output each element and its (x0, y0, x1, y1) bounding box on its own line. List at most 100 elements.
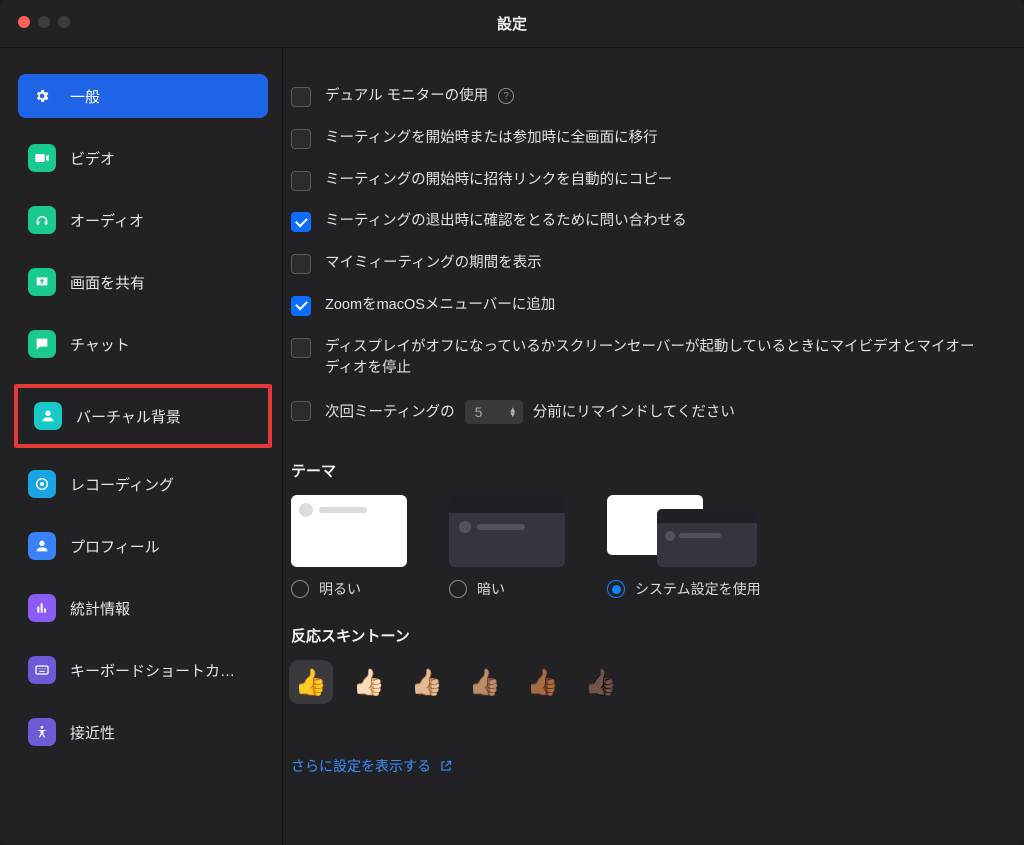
checkbox-label: 次回ミーティングの 5 ▲▼ 分前にリマインドしてください (325, 400, 735, 424)
window-title: 設定 (497, 13, 527, 34)
skin-tone-option-5[interactable]: 👍🏿 (579, 660, 623, 704)
theme-label: 暗い (477, 579, 505, 599)
sidebar-item-label: 統計情報 (70, 598, 130, 619)
checkbox-row-add-menubar: ZoomをmacOSメニューバーに追加 (283, 285, 1008, 327)
theme-label: 明るい (319, 579, 361, 599)
sidebar-item-label: レコーディング (70, 474, 174, 495)
checkbox-fullscreen-on-join[interactable] (291, 129, 311, 149)
sidebar-item-label: キーボードショートカ… (70, 660, 235, 681)
reminder-suffix: 分前にリマインドしてください (533, 405, 735, 421)
recording-icon (28, 470, 56, 498)
chat-icon (28, 330, 56, 358)
sidebar-item-virtual-background[interactable]: バーチャル背景 (24, 394, 262, 438)
checkbox-dual-monitor[interactable] (291, 87, 311, 107)
checkbox-row-stop-av-screensaver: ディスプレイがオフになっているかスクリーンセーバーが起動しているときにマイビデオ… (283, 327, 1008, 391)
sidebar-item-label: ビデオ (70, 148, 115, 169)
accessibility-icon (28, 718, 56, 746)
skin-tone-option-3[interactable]: 👍🏽 (463, 660, 507, 704)
theme-label: システム設定を使用 (635, 579, 761, 599)
theme-thumbnail-dark (449, 495, 565, 567)
keyboard-icon (28, 656, 56, 684)
sidebar-item-label: チャット (70, 334, 130, 355)
sidebar-item-audio[interactable]: オーディオ (18, 198, 268, 242)
close-button[interactable] (18, 16, 30, 28)
checkbox-label: マイミィーティングの期間を表示 (325, 253, 542, 275)
checkbox-row-dual-monitor: デュアル モニターの使用 ? (283, 76, 1008, 118)
theme-thumbnail-light (291, 495, 407, 567)
theme-option-dark[interactable]: 暗い (449, 495, 565, 599)
sidebar-item-label: 接近性 (70, 722, 115, 743)
skin-tone-option-0[interactable]: 👍 (289, 660, 333, 704)
profile-icon (28, 532, 56, 560)
sidebar-item-share-screen[interactable]: 画面を共有 (18, 260, 268, 304)
theme-option-system[interactable]: システム設定を使用 (607, 495, 761, 599)
sidebar-item-video[interactable]: ビデオ (18, 136, 268, 180)
section-title-theme: テーマ (291, 460, 1008, 481)
theme-options: 明るい 暗い システム (291, 495, 1008, 599)
checkbox-label: ミーティングの退出時に確認をとるために問い合わせる (325, 211, 687, 233)
sidebar-item-label: バーチャル背景 (76, 406, 181, 427)
checkbox-row-confirm-on-leave: ミーティングの退出時に確認をとるために問い合わせる (283, 201, 1008, 243)
checkbox-row-fullscreen-on-join: ミーティングを開始時または参加時に全画面に移行 (283, 118, 1008, 160)
sidebar-item-chat[interactable]: チャット (18, 322, 268, 366)
settings-window: 設定 一般 ビデオ オーディオ (0, 0, 1024, 845)
sidebar-item-accessibility[interactable]: 接近性 (18, 710, 268, 754)
radio-row: システム設定を使用 (607, 579, 761, 599)
sidebar-item-recording[interactable]: レコーディング (18, 462, 268, 506)
link-label: さらに設定を表示する (291, 756, 431, 776)
headphones-icon (28, 206, 56, 234)
checkbox-row-reminder: 次回ミーティングの 5 ▲▼ 分前にリマインドしてください (283, 390, 1008, 434)
skin-tone-option-4[interactable]: 👍🏾 (521, 660, 565, 704)
checkbox-row-show-duration: マイミィーティングの期間を表示 (283, 243, 1008, 285)
checkbox-label: デュアル モニターの使用 ? (325, 86, 514, 108)
external-link-icon (439, 759, 453, 773)
theme-thumbnail-system (607, 495, 757, 567)
more-settings-link[interactable]: さらに設定を表示する (291, 756, 1008, 776)
help-icon[interactable]: ? (498, 88, 514, 104)
radio-system[interactable] (607, 580, 625, 598)
bar-chart-icon (28, 594, 56, 622)
checkbox-add-menubar[interactable] (291, 296, 311, 316)
skin-tone-option-2[interactable]: 👍🏼 (405, 660, 449, 704)
sidebar-item-profile[interactable]: プロフィール (18, 524, 268, 568)
skin-tone-option-1[interactable]: 👍🏻 (347, 660, 391, 704)
gear-icon (28, 82, 56, 110)
radio-row: 明るい (291, 579, 407, 599)
section-title-skin-tone: 反応スキントーン (291, 625, 1008, 646)
checkbox-reminder[interactable] (291, 401, 311, 421)
radio-light[interactable] (291, 580, 309, 598)
reminder-prefix: 次回ミーティングの (325, 405, 455, 421)
radio-row: 暗い (449, 579, 565, 599)
label-text: デュアル モニターの使用 (325, 88, 488, 104)
sidebar-item-label: 画面を共有 (70, 272, 145, 293)
titlebar: 設定 (0, 0, 1024, 48)
theme-option-light[interactable]: 明るい (291, 495, 407, 599)
checkbox-label: ミーティングを開始時または参加時に全画面に移行 (325, 128, 658, 150)
reminder-minutes-stepper[interactable]: 5 ▲▼ (465, 400, 523, 424)
share-screen-icon (28, 268, 56, 296)
sidebar-item-statistics[interactable]: 統計情報 (18, 586, 268, 630)
sidebar-item-label: 一般 (70, 86, 100, 107)
minimize-button[interactable] (38, 16, 50, 28)
sidebar-item-label: プロフィール (70, 536, 160, 557)
checkbox-label: ミーティングの開始時に招待リンクを自動的にコピー (325, 170, 672, 192)
checkbox-confirm-on-leave[interactable] (291, 212, 311, 232)
stepper-arrows-icon: ▲▼ (509, 407, 517, 417)
checkbox-label: ディスプレイがオフになっているかスクリーンセーバーが起動しているときにマイビデオ… (325, 337, 985, 381)
checkbox-copy-invite[interactable] (291, 171, 311, 191)
highlight-annotation: バーチャル背景 (14, 384, 272, 448)
maximize-button[interactable] (58, 16, 70, 28)
video-icon (28, 144, 56, 172)
checkbox-show-duration[interactable] (291, 254, 311, 274)
reminder-value: 5 (475, 402, 483, 423)
content-panel: デュアル モニターの使用 ? ミーティングを開始時または参加時に全画面に移行 ミ… (283, 48, 1024, 845)
skin-tone-picker: 👍 👍🏻 👍🏼 👍🏽 👍🏾 👍🏿 (289, 660, 1008, 704)
sidebar-item-label: オーディオ (70, 210, 144, 231)
checkbox-label: ZoomをmacOSメニューバーに追加 (325, 295, 555, 317)
sidebar: 一般 ビデオ オーディオ 画面を共有 (0, 48, 283, 845)
sidebar-item-keyboard-shortcuts[interactable]: キーボードショートカ… (18, 648, 268, 692)
radio-dark[interactable] (449, 580, 467, 598)
checkbox-stop-av-screensaver[interactable] (291, 338, 311, 358)
sidebar-item-general[interactable]: 一般 (18, 74, 268, 118)
window-controls (18, 16, 70, 28)
